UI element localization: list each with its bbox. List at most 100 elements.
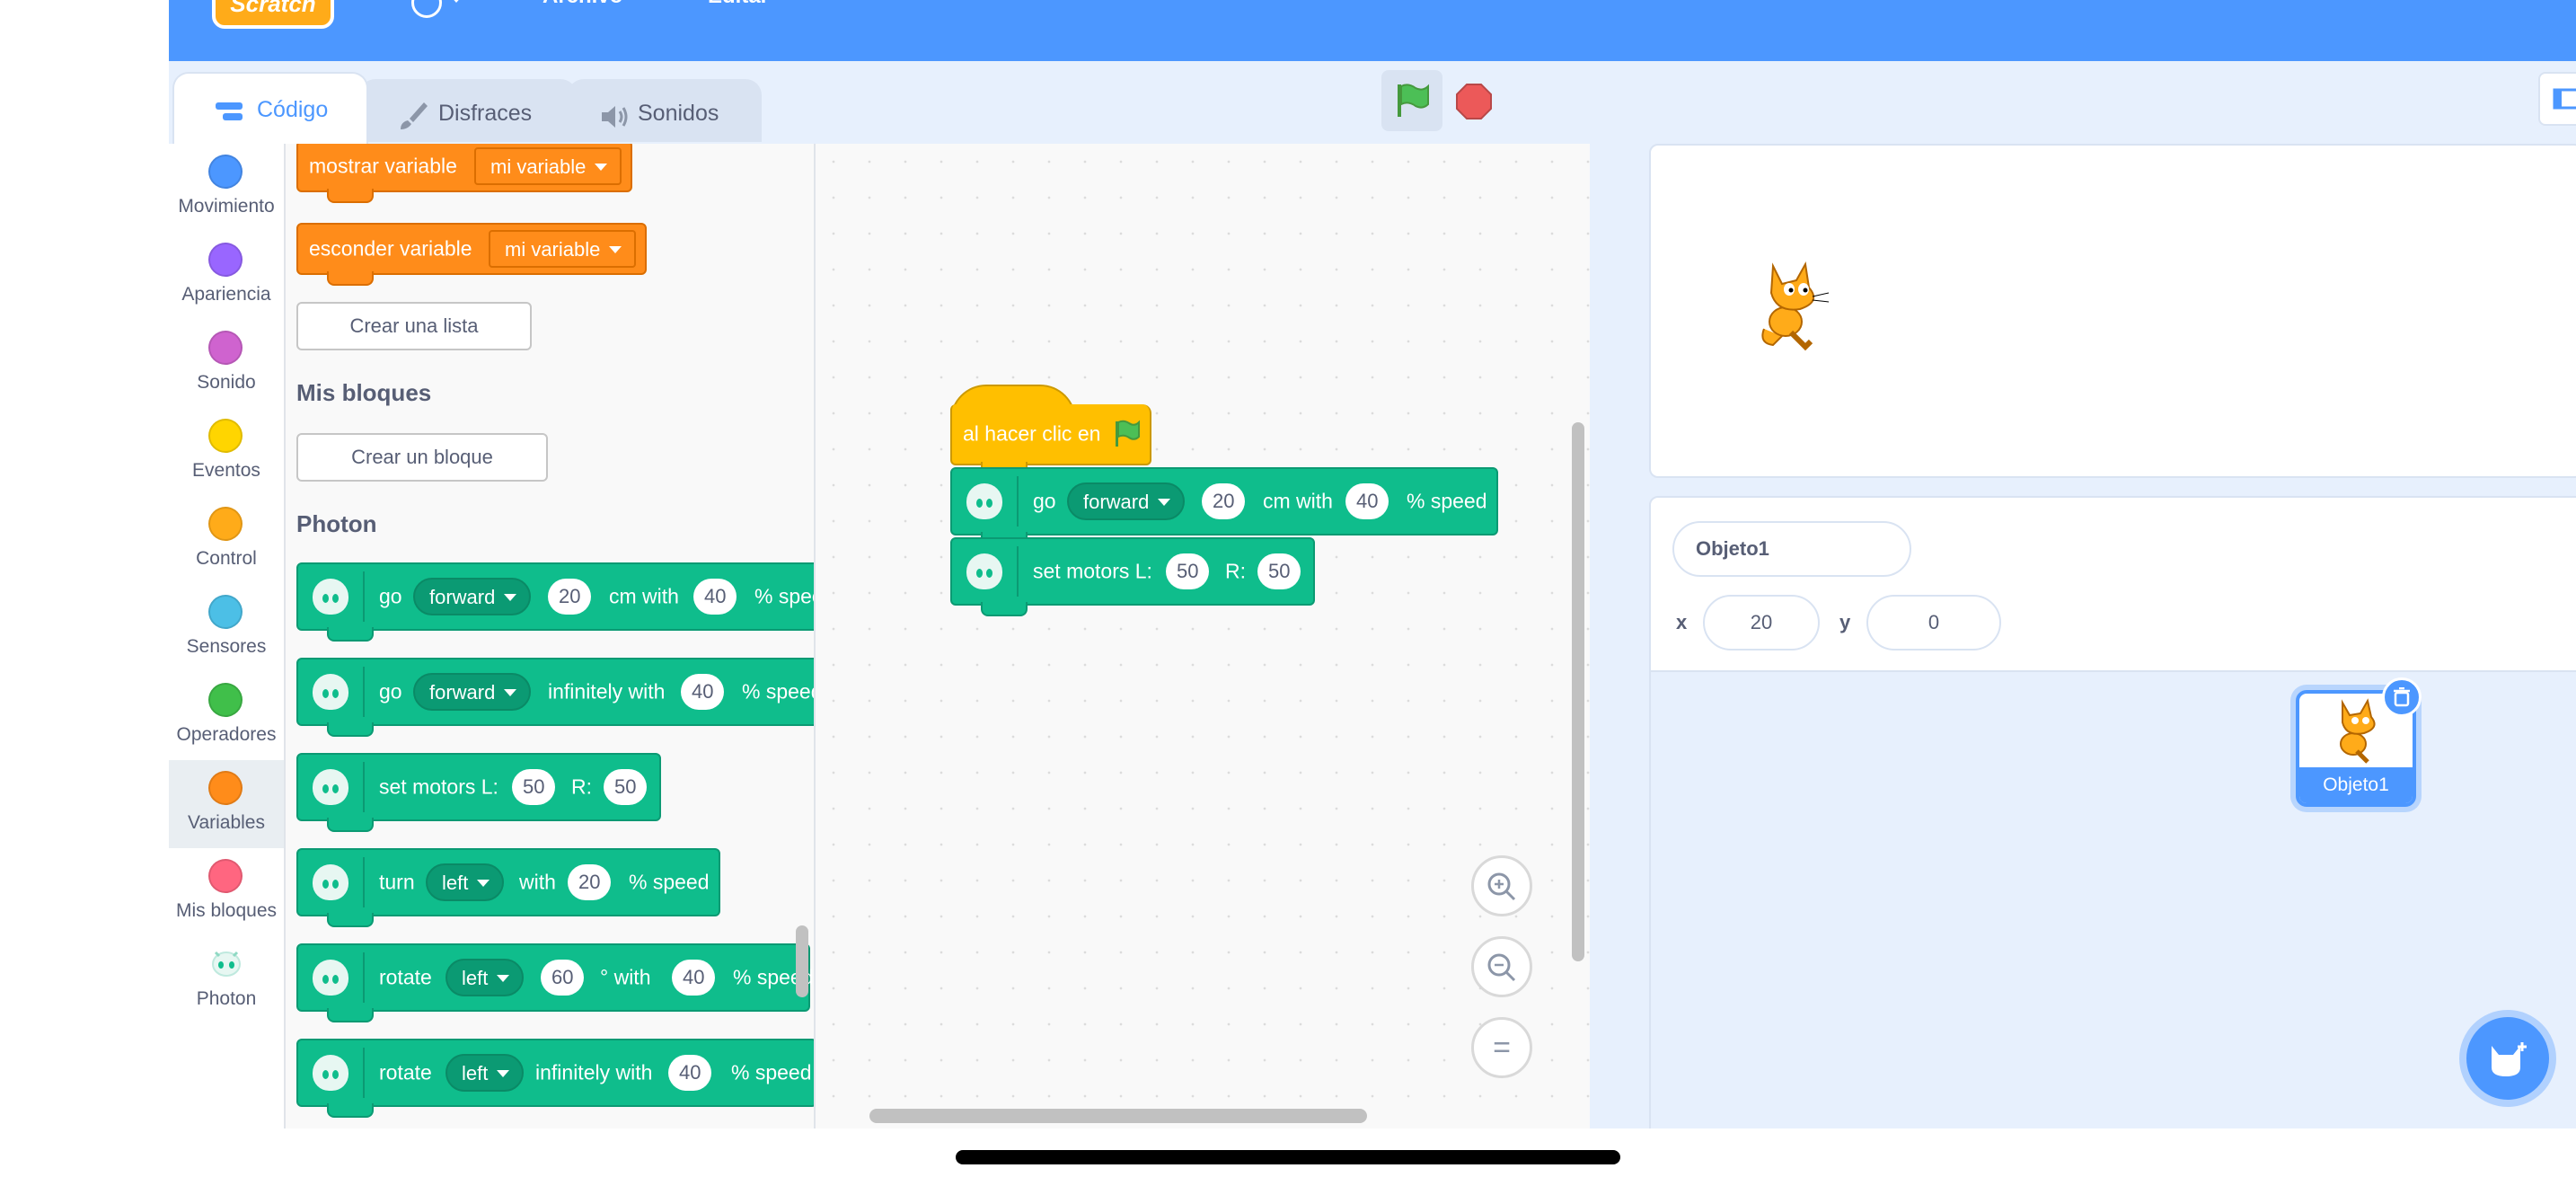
photon-robot-icon: [966, 553, 1002, 589]
block-text: % speed: [731, 1060, 812, 1084]
sprite-info-pane: Objeto1 x 20 y 0: [1649, 496, 2576, 672]
zoom-out-button[interactable]: [1471, 936, 1532, 997]
tab-sounds[interactable]: Sonidos: [568, 79, 762, 142]
palette-scrollbar[interactable]: [796, 925, 808, 997]
category-dot: [208, 331, 243, 365]
direction-dropdown[interactable]: left: [446, 1054, 525, 1092]
rotate-degrees-block[interactable]: rotate left 60 ° with 40 % speed: [296, 943, 814, 1022]
speed-input[interactable]: 40: [668, 1055, 712, 1091]
category-control[interactable]: Control: [169, 496, 284, 584]
x-label: x: [1676, 611, 1688, 633]
speed-input[interactable]: 40: [672, 960, 716, 996]
turn-block[interactable]: turn left with 20 % speed: [296, 848, 720, 927]
direction-dropdown[interactable]: forward: [1067, 482, 1186, 520]
speed-input[interactable]: 20: [568, 864, 612, 900]
category-sound[interactable]: Sonido: [169, 320, 284, 408]
variable-dropdown[interactable]: mi variable: [489, 230, 637, 268]
photon-robot-icon: [313, 1055, 348, 1091]
category-photon[interactable]: Photon: [169, 936, 284, 1024]
script-vertical-scrollbar[interactable]: [1572, 422, 1584, 961]
speed-input[interactable]: 40: [681, 674, 725, 710]
category-looks[interactable]: Apariencia: [169, 232, 284, 320]
block-text: infinitely with: [535, 1060, 653, 1084]
set-motors-block[interactable]: set motors L: 50 R: 50: [296, 753, 661, 832]
right-motor-input[interactable]: 50: [604, 769, 648, 805]
left-motor-input[interactable]: 50: [1166, 553, 1210, 589]
photon-robot-icon: [313, 674, 348, 710]
script-area[interactable]: al hacer clic en go forward 20 cm with 4…: [816, 144, 1590, 1128]
tab-label: Sonidos: [638, 101, 719, 126]
distance-input[interactable]: 20: [548, 579, 592, 615]
zoom-reset-button[interactable]: =: [1471, 1017, 1532, 1078]
zoom-in-icon: [1487, 872, 1516, 901]
category-label: Sonido: [197, 372, 256, 393]
show-variable-block[interactable]: mostrar variable mi variable: [296, 144, 632, 203]
category-operators[interactable]: Operadores: [169, 672, 284, 760]
block-divider: [1017, 546, 1019, 597]
zoom-in-button[interactable]: [1471, 855, 1532, 916]
left-motor-input[interactable]: 50: [512, 769, 556, 805]
photon-robot-icon: [212, 951, 241, 977]
category-my-blocks[interactable]: Mis bloques: [169, 848, 284, 936]
go-infinitely-block[interactable]: go forward infinitely with 40 % speed: [296, 658, 814, 737]
scratch-logo[interactable]: Scratch: [212, 0, 334, 29]
variable-dropdown[interactable]: mi variable: [474, 147, 622, 185]
direction-dropdown[interactable]: forward: [413, 578, 532, 615]
category-motion[interactable]: Movimiento: [169, 144, 284, 232]
trash-icon: [2394, 686, 2410, 707]
photon-robot-icon: [313, 769, 348, 805]
direction-dropdown[interactable]: left: [446, 959, 525, 996]
sprite-list: [1649, 672, 2576, 1128]
make-list-button[interactable]: Crear una lista: [296, 302, 532, 350]
category-sensing[interactable]: Sensores: [169, 584, 284, 672]
globe-icon[interactable]: [411, 0, 442, 18]
distance-input[interactable]: 20: [1202, 483, 1246, 519]
equals-icon: =: [1493, 1031, 1511, 1065]
hide-variable-block[interactable]: esconder variable mi variable: [296, 223, 647, 286]
set-motors-block[interactable]: set motors L: 50 R: 50: [950, 537, 1315, 616]
zoom-out-icon: [1487, 953, 1516, 982]
x-position-field[interactable]: 20: [1703, 595, 1820, 651]
cat-add-icon: [2492, 1042, 2527, 1076]
when-flag-clicked-block[interactable]: al hacer clic en: [950, 404, 1151, 476]
tab-label: Código: [257, 97, 329, 122]
go-distance-block[interactable]: go forward 20 cm with 40 % speed: [950, 467, 1498, 546]
stage[interactable]: [1649, 144, 2576, 478]
degrees-input[interactable]: 60: [541, 960, 585, 996]
block-text: go: [379, 584, 402, 608]
block-text: % speed: [629, 870, 710, 894]
brush-icon: [401, 102, 428, 129]
category-events[interactable]: Eventos: [169, 408, 284, 496]
go-distance-block[interactable]: go forward 20 cm with 40 % speed: [296, 562, 814, 642]
add-sprite-button[interactable]: [2466, 1017, 2549, 1100]
speed-input[interactable]: 40: [1345, 483, 1389, 519]
category-label: Eventos: [192, 460, 260, 481]
sprite-name-field[interactable]: Objeto1: [1672, 521, 1911, 577]
direction-dropdown[interactable]: forward: [413, 673, 532, 711]
block-text: cm with: [609, 584, 679, 608]
block-text: mostrar variable: [309, 154, 457, 178]
stop-button[interactable]: [1455, 83, 1493, 120]
right-motor-input[interactable]: 50: [1257, 553, 1301, 589]
category-dot: [208, 507, 243, 541]
direction-dropdown[interactable]: left: [426, 863, 505, 901]
make-block-button[interactable]: Crear un bloque: [296, 433, 548, 482]
green-flag-button[interactable]: [1381, 70, 1442, 131]
y-position-field[interactable]: 0: [1866, 595, 2001, 651]
photon-robot-icon: [313, 579, 348, 615]
category-variables[interactable]: Variables: [169, 760, 284, 848]
rotate-infinitely-block[interactable]: rotate left infinitely with 40 % speed: [296, 1039, 814, 1118]
file-menu[interactable]: Archivo: [543, 0, 622, 9]
sprite-card-name: Objeto1: [2299, 767, 2413, 803]
block-text: al hacer clic en: [963, 421, 1101, 446]
my-blocks-heading: Mis bloques: [296, 379, 432, 406]
delete-sprite-button[interactable]: [2382, 677, 2422, 717]
category-dot: [208, 595, 243, 629]
edit-menu[interactable]: Editar: [708, 0, 769, 9]
tab-code[interactable]: Código: [172, 72, 368, 144]
stage-size-button[interactable]: [2538, 72, 2576, 126]
tab-costumes[interactable]: Disfraces: [359, 79, 577, 142]
small-stage-icon: [2553, 88, 2576, 110]
speed-input[interactable]: 40: [693, 579, 737, 615]
script-horizontal-scrollbar[interactable]: [869, 1109, 1367, 1123]
